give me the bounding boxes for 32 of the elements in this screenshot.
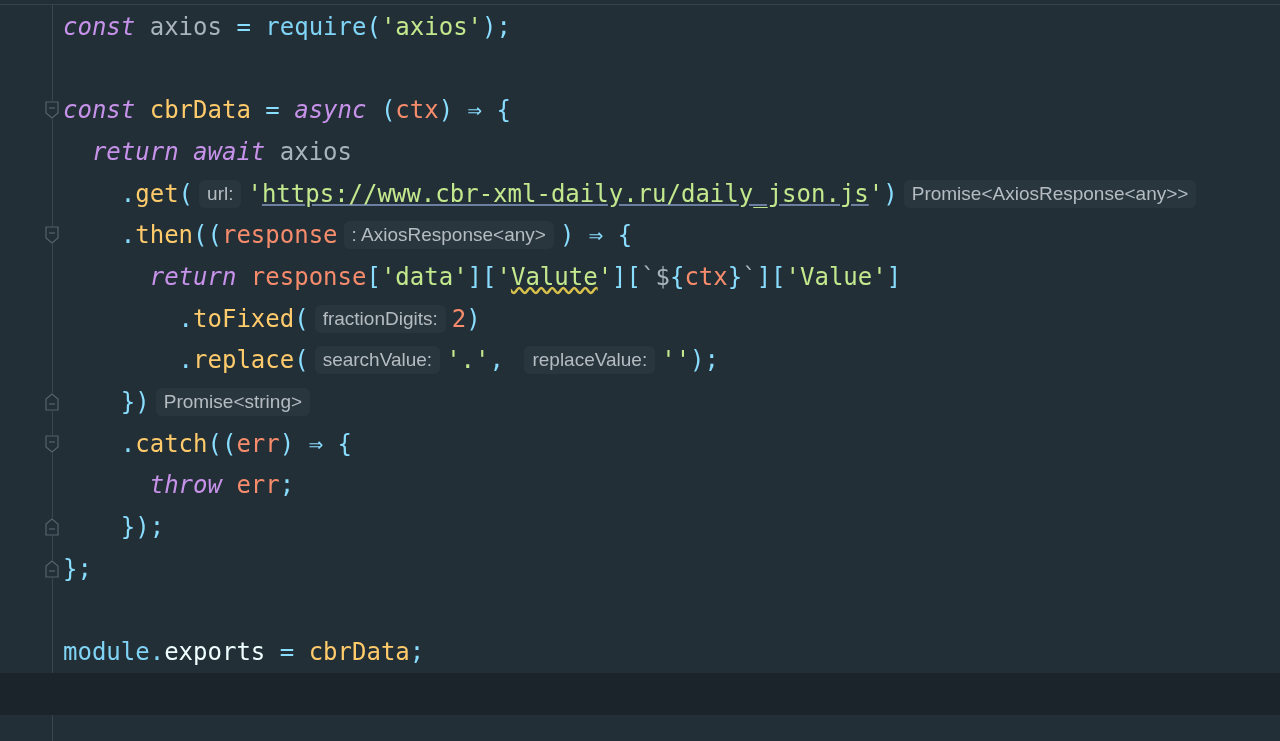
code-text: }; (63, 553, 92, 584)
code-text: throw err; (148, 470, 295, 501)
inlay-hint: Promise<string> (155, 388, 311, 417)
code-text: .then((response (119, 220, 338, 251)
inlay-hint: url: (199, 179, 242, 208)
code-text: return await axios (90, 136, 352, 167)
code-text: 'https://www.cbr-xml-daily.ru/daily_json.js') (247, 178, 898, 209)
code-text: ''); (661, 345, 719, 376)
code-text: .get( (119, 178, 194, 209)
fold-marker-icon[interactable] (45, 518, 59, 537)
inlay-hint: : AxiosResponse<any> (343, 221, 554, 250)
fold-marker-icon[interactable] (45, 434, 59, 453)
code-text: return response['data']['Valute'][`${ctx}`]['Value'] (148, 261, 902, 292)
code-text: .catch((err) ⇒ { (119, 428, 352, 459)
inlay-hint: searchValue: (314, 346, 441, 375)
code-text: ) ⇒ { (559, 220, 633, 251)
inlay-hint: replaceValue: (524, 346, 656, 375)
fold-marker-icon[interactable] (45, 226, 59, 245)
inlay-hint: Promise<AxiosResponse<any>> (903, 179, 1197, 208)
code-text: }) (119, 387, 150, 418)
code-text: '.', (446, 345, 505, 376)
code-text: module.exports = cbrData; (63, 637, 425, 668)
code-text: const cbrData = async (ctx) ⇒ { (63, 95, 511, 126)
inlay-hint: fractionDigits: (314, 304, 446, 333)
fold-marker-icon[interactable] (45, 101, 59, 120)
code-text: .replace( (177, 345, 309, 376)
fold-marker-icon[interactable] (45, 393, 59, 412)
fold-marker-icon[interactable] (45, 559, 59, 578)
code-text: .toFixed( (177, 303, 309, 334)
code-text: const axios = require('axios'); (63, 11, 511, 42)
code-text: }); (119, 512, 165, 543)
code-text: 2) (451, 303, 481, 334)
